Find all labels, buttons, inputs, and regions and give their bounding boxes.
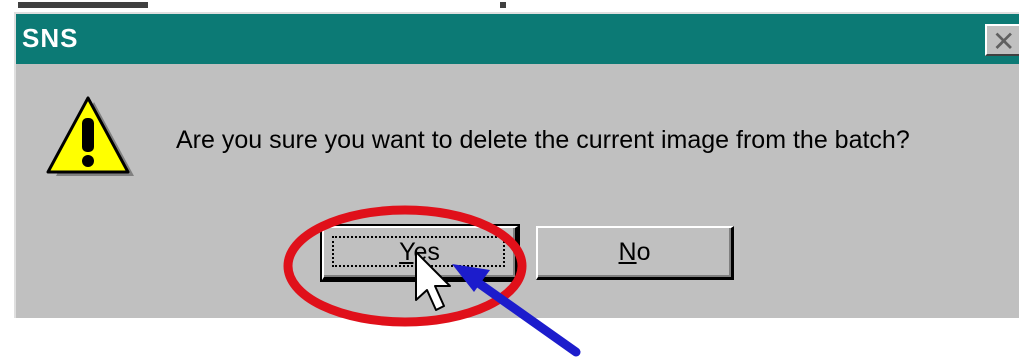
confirm-dialog: SNS ✕ Are you sure you want to delete th… bbox=[14, 12, 1019, 318]
warning-icon bbox=[46, 96, 134, 176]
close-icon: ✕ bbox=[992, 25, 1016, 58]
title-bar[interactable]: SNS ✕ bbox=[16, 14, 1019, 64]
no-mnemonic: N bbox=[618, 238, 637, 266]
dialog-title: SNS bbox=[22, 23, 79, 53]
no-label: o bbox=[636, 238, 651, 266]
yes-mnemonic: Y bbox=[399, 238, 414, 266]
no-button[interactable]: No bbox=[536, 226, 734, 280]
yes-label: es bbox=[413, 238, 440, 266]
background-text-fragment bbox=[500, 2, 506, 8]
background-text-fragment bbox=[18, 2, 148, 8]
yes-button[interactable]: Yes bbox=[320, 224, 520, 282]
dialog-message: Are you sure you want to delete the curr… bbox=[176, 126, 910, 154]
close-button[interactable]: ✕ bbox=[985, 24, 1019, 58]
